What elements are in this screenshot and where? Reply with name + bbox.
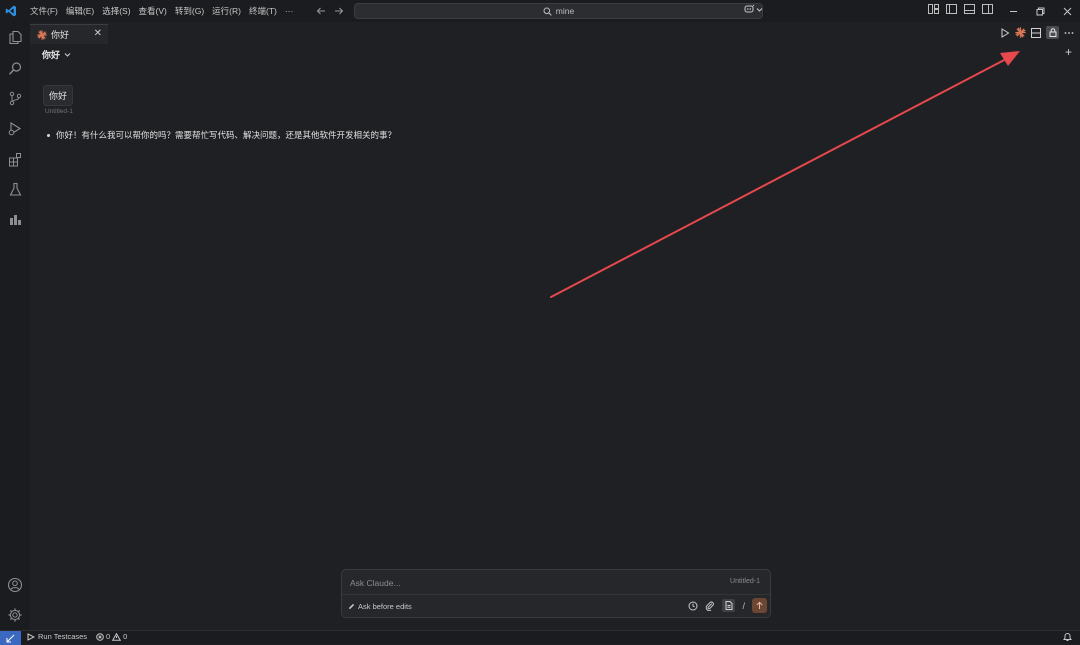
run-testcases-label: Run Testcases <box>38 632 88 641</box>
restore-icon[interactable] <box>1027 7 1054 16</box>
explorer-icon[interactable] <box>5 27 25 47</box>
close-tab-icon[interactable]: ✕ <box>94 29 102 39</box>
run-debug-icon[interactable] <box>5 118 25 138</box>
search-icon <box>543 7 552 16</box>
testing-flask-icon[interactable] <box>5 179 25 199</box>
user-message: 你好 <box>43 85 74 106</box>
error-icon <box>96 632 104 641</box>
lock-icon[interactable] <box>1046 26 1059 39</box>
editor-area: 你好 ✕ 你好 + 你好 Untitled-1 你好！有什么我可以帮你的吗？需要… <box>30 22 1080 630</box>
attach-paperclip-icon[interactable] <box>705 601 715 611</box>
menu-more[interactable]: ··· <box>281 0 298 22</box>
new-conversation-button[interactable]: + <box>1065 46 1072 58</box>
notifications-bell-icon[interactable] <box>1063 632 1072 642</box>
search-icon[interactable] <box>5 58 25 78</box>
split-editor-icon[interactable] <box>1031 27 1041 38</box>
search-text: mine <box>555 6 575 16</box>
copilot-button[interactable] <box>744 4 763 14</box>
claude-spark-icon[interactable] <box>1015 27 1026 38</box>
problems-indicator[interactable]: 0 0 <box>96 632 127 641</box>
warning-count: 0 <box>123 632 128 641</box>
message-file-reference: Untitled-1 <box>45 108 73 115</box>
menu-selection[interactable]: 选择(S) <box>98 0 134 22</box>
tab-label: 你好 <box>51 30 70 40</box>
composer-divider <box>342 594 770 595</box>
warning-icon <box>112 632 122 641</box>
forward-arrow-icon[interactable] <box>334 6 344 16</box>
copilot-icon <box>744 4 755 14</box>
analytics-chart-icon[interactable] <box>5 209 25 229</box>
menu-file[interactable]: 文件(F) <box>26 0 62 22</box>
more-actions-icon[interactable] <box>1064 28 1074 38</box>
chevron-down-icon <box>756 6 763 13</box>
chat-composer: Untitled-1 Ask before edits / <box>341 569 771 618</box>
customize-layout-icon[interactable] <box>928 4 939 14</box>
context-file-chip[interactable]: Untitled-1 <box>730 578 760 585</box>
pencil-icon <box>348 603 355 610</box>
slash-command-button[interactable]: / <box>742 601 745 611</box>
vscode-logo-icon <box>0 0 22 22</box>
send-arrow-icon[interactable] <box>752 598 767 613</box>
back-arrow-icon[interactable] <box>316 6 326 16</box>
bullet-dot <box>47 133 50 137</box>
settings-gear-icon[interactable] <box>5 605 25 625</box>
error-count: 0 <box>106 632 111 641</box>
conversation-title-dropdown[interactable]: 你好 <box>42 48 71 61</box>
play-outline-icon <box>27 632 35 641</box>
source-control-icon[interactable] <box>5 88 25 108</box>
menu-edit[interactable]: 编辑(E) <box>62 0 98 22</box>
chat-input[interactable] <box>348 575 652 591</box>
menu-bar: 文件(F) 编辑(E) 选择(S) 查看(V) 转到(G) 运行(R) 终端(T… <box>26 0 297 22</box>
account-icon[interactable] <box>5 575 25 595</box>
file-context-icon[interactable] <box>722 599 736 612</box>
toggle-secondary-sidebar-icon[interactable] <box>982 4 993 14</box>
edit-mode-label: Ask before edits <box>358 602 412 611</box>
run-play-icon[interactable] <box>1000 27 1010 38</box>
menu-terminal[interactable]: 终端(T) <box>245 0 281 22</box>
tab-conversation[interactable]: 你好 ✕ <box>30 24 108 44</box>
toggle-panel-icon[interactable] <box>964 4 975 14</box>
title-bar: 文件(F) 编辑(E) 选择(S) 查看(V) 转到(G) 运行(R) 终端(T… <box>0 0 1080 22</box>
assistant-reply-text: 你好！有什么我可以帮你的吗？需要帮忙写代码、解决问题，还是其他软件开发相关的事？ <box>56 130 397 140</box>
activity-bar <box>0 22 30 630</box>
command-center-search[interactable]: mine <box>354 3 763 19</box>
run-testcases-button[interactable]: Run Testcases <box>27 632 87 641</box>
status-bar: Run Testcases 0 0 <box>0 630 1080 645</box>
menu-go[interactable]: 转到(G) <box>171 0 208 22</box>
assistant-message: 你好！有什么我可以帮你的吗？需要帮忙写代码、解决问题，还是其他软件开发相关的事？ <box>47 129 396 141</box>
menu-view[interactable]: 查看(V) <box>135 0 171 22</box>
conversation-title: 你好 <box>42 50 61 60</box>
remote-indicator-icon[interactable] <box>0 631 21 645</box>
toggle-primary-sidebar-icon[interactable] <box>946 4 957 14</box>
menu-run[interactable]: 运行(R) <box>208 0 245 22</box>
chevron-down-icon <box>64 51 71 58</box>
extensions-icon[interactable] <box>5 149 25 169</box>
history-clock-icon[interactable] <box>688 601 698 611</box>
claude-spark-icon <box>37 29 47 40</box>
close-window-icon[interactable] <box>1054 7 1080 16</box>
minimize-icon[interactable] <box>1000 7 1027 16</box>
edit-mode-toggle[interactable]: Ask before edits <box>348 602 412 611</box>
